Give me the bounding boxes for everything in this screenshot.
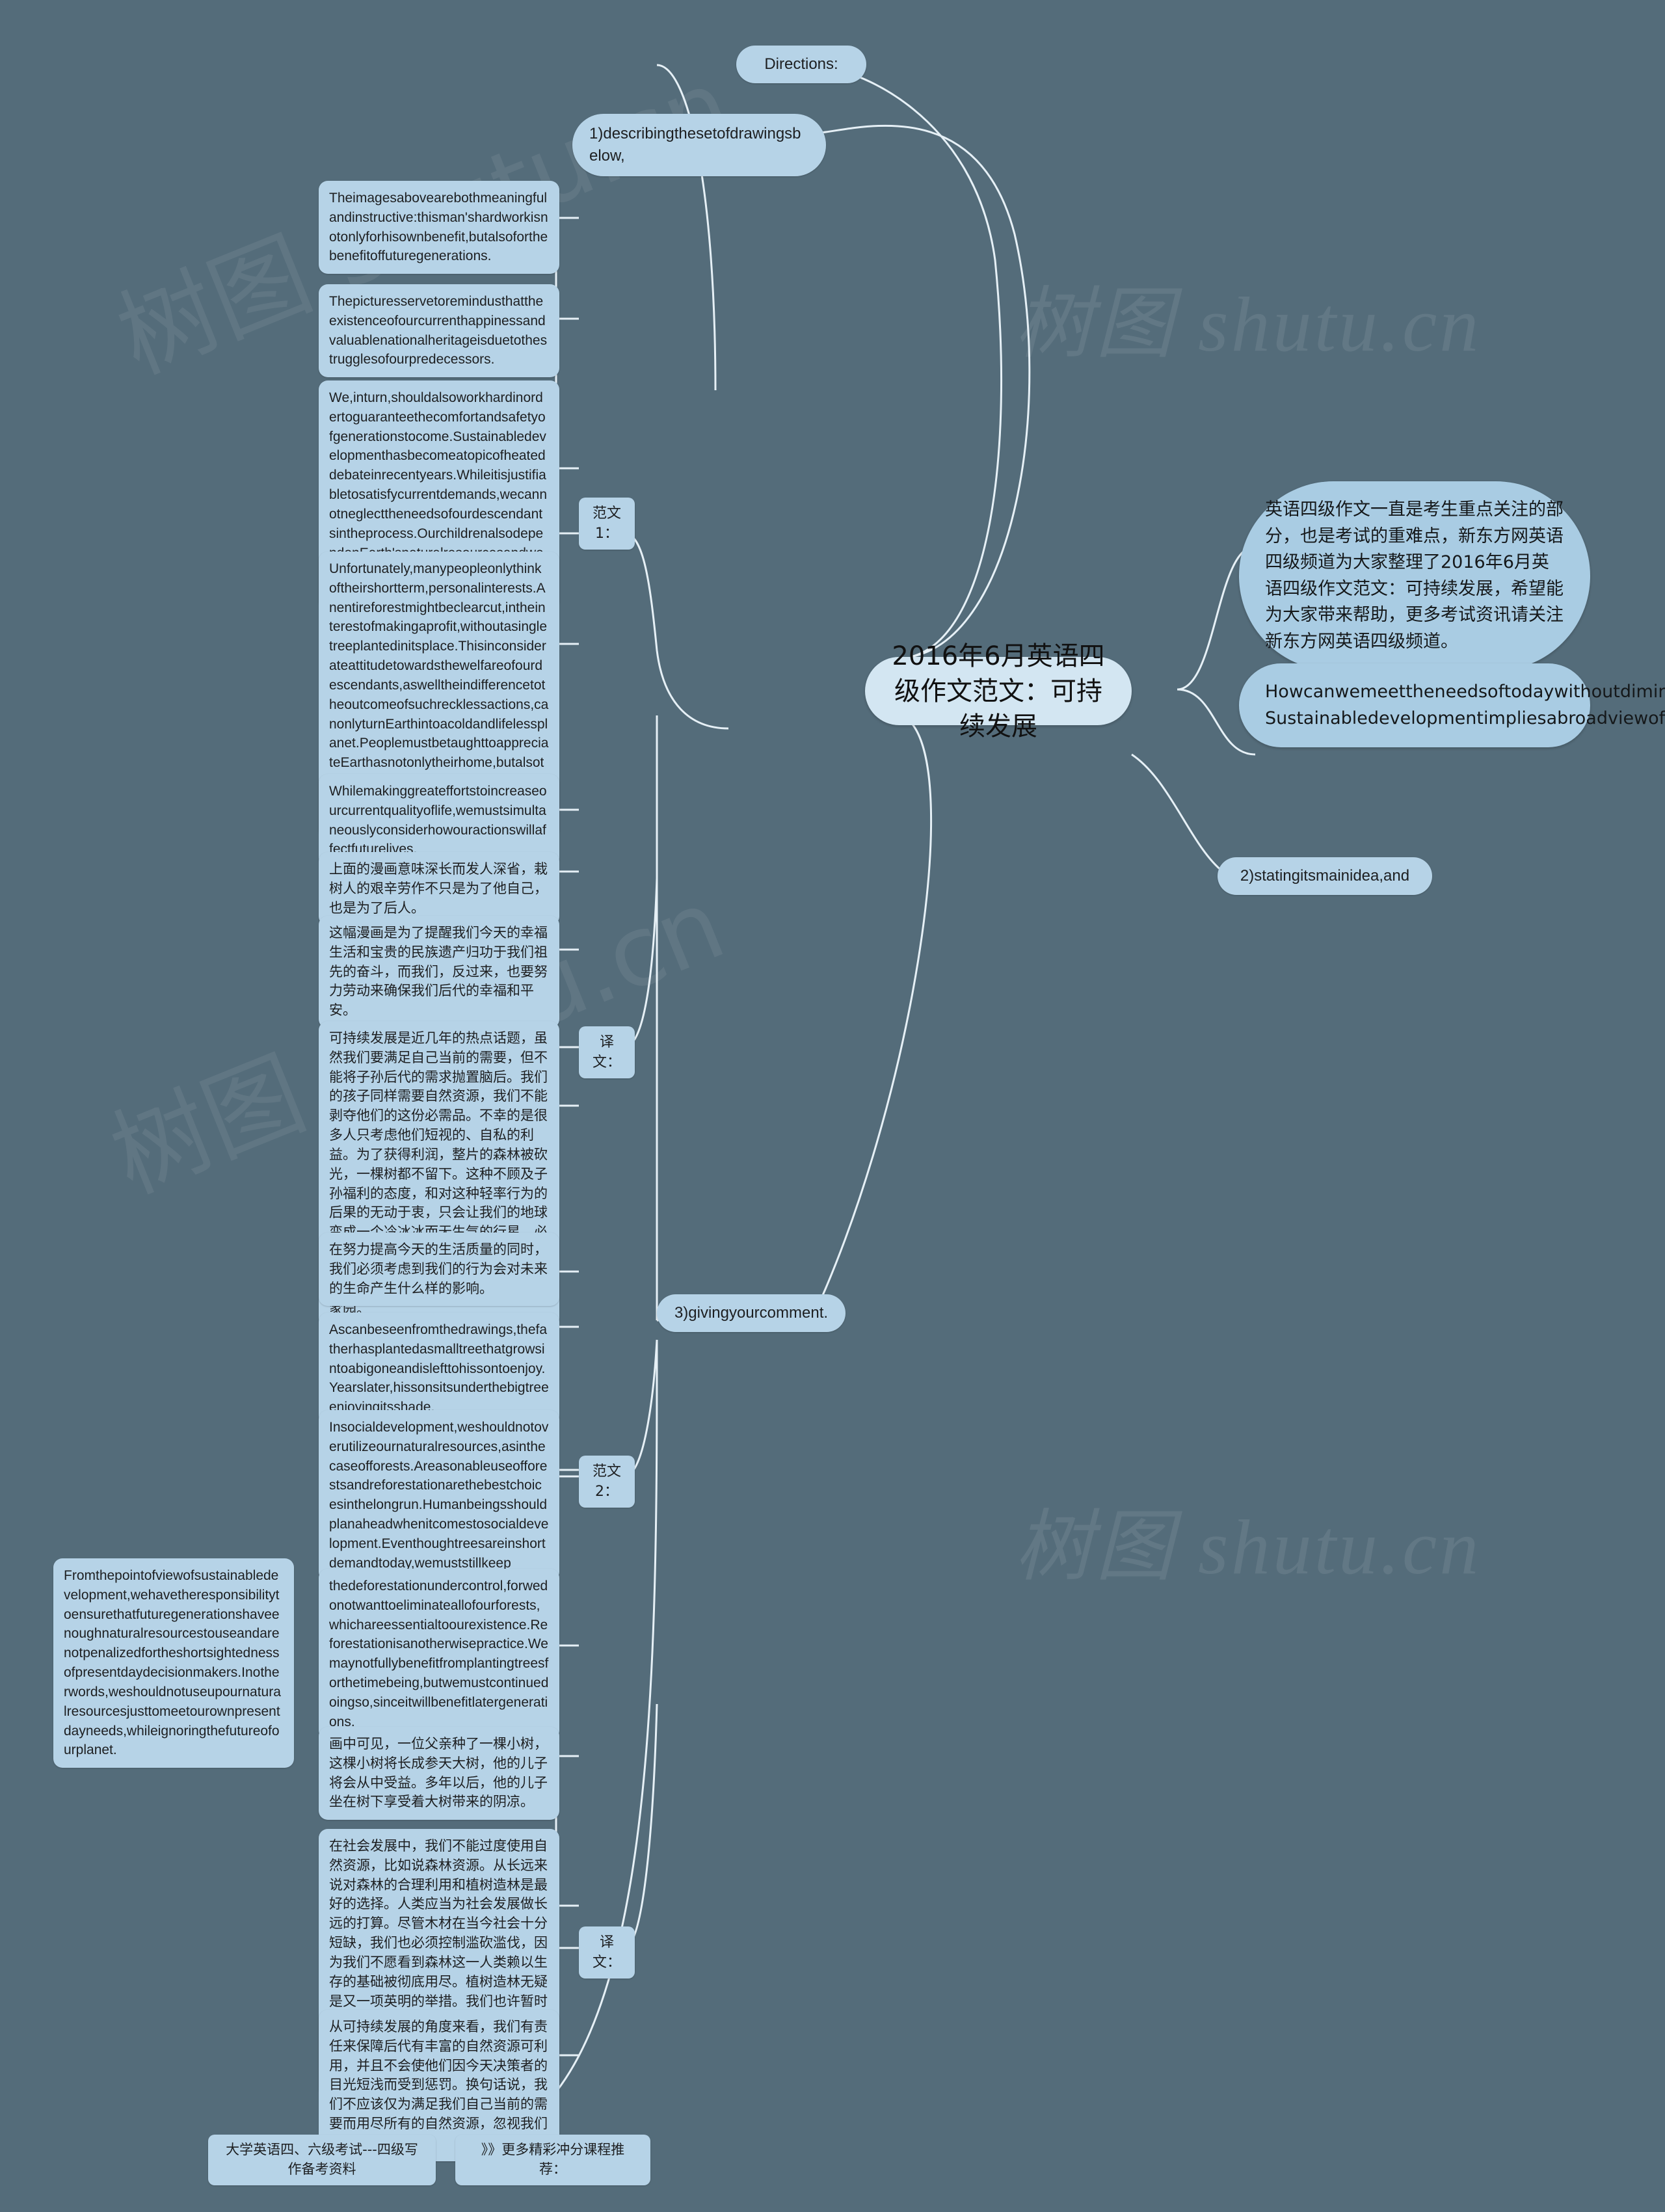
node-essay1-paragraph-1[interactable]: Theimagesabovearebothmeaningfulandinstru… bbox=[319, 181, 559, 274]
node-translation1-paragraph-2[interactable]: 这幅漫画是为了提醒我们今天的幸福生活和宝贵的民族遗产归功于我们祖先的奋斗，而我们… bbox=[319, 916, 559, 1029]
node-directions-label[interactable]: Directions: bbox=[736, 46, 866, 84]
node-footer-resource[interactable]: 大学英语四、六级考试---四级写作备考资料 bbox=[208, 2135, 436, 2185]
section-label-fanwen-2[interactable]: 范文2： bbox=[579, 1456, 635, 1508]
section-label-yiwen-2[interactable]: 译文： bbox=[579, 1926, 635, 1979]
mindmap-canvas: 树图 shutu.cn 树图 shutu.cn 树图 shutu.cn 树图 s… bbox=[0, 0, 1665, 2212]
node-translation1-paragraph-1[interactable]: 上面的漫画意味深长而发人深省，栽树人的艰辛劳作不只是为了他自己，也是为了后人。 bbox=[319, 852, 559, 926]
node-essay2-paragraph-4[interactable]: Fromthepointofviewofsustainabledevelopme… bbox=[53, 1558, 294, 1768]
node-intro-description[interactable]: 英语四级作文一直是考生重点关注的部分，也是考试的重难点，新东方网英语四级频道为大… bbox=[1239, 481, 1590, 671]
node-translation2-paragraph-1[interactable]: 画中可见，一位父亲种了一棵小树，这棵小树将长成参天大树，他的儿子将会从中受益。多… bbox=[319, 1727, 559, 1820]
watermark: 树图 shutu.cn bbox=[1015, 1504, 1482, 1590]
node-direction-item-1[interactable]: 1)describingthesetofdrawingsbelow, bbox=[572, 114, 826, 177]
section-label-yiwen-1[interactable]: 译文： bbox=[579, 1026, 635, 1079]
node-direction-item-2[interactable]: 2)statingitsmainidea,and bbox=[1218, 857, 1432, 896]
connector-lines bbox=[319, 64, 1256, 2148]
node-essay1-paragraph-2[interactable]: Thepicturesservetoremindusthattheexisten… bbox=[319, 284, 559, 378]
node-essay2-paragraph-2[interactable]: Insocialdevelopment,weshouldnotoverutili… bbox=[319, 1410, 559, 1581]
root-node[interactable]: 2016年6月英语四级作文范文：可持续发展 bbox=[865, 641, 1132, 741]
section-label-fanwen-1[interactable]: 范文1： bbox=[579, 498, 635, 550]
node-translation1-paragraph-4[interactable]: 在努力提高今天的生活质量的同时，我们必须考虑到我们的行为会对未来的生命产生什么样… bbox=[319, 1233, 559, 1307]
node-direction-item-3[interactable]: 3)givingyourcomment. bbox=[657, 1294, 846, 1333]
node-essay2-paragraph-3[interactable]: thedeforestationundercontrol,forwedonotw… bbox=[319, 1569, 559, 1740]
node-footer-course[interactable]: 》》更多精彩冲分课程推荐： bbox=[455, 2135, 650, 2185]
node-essay-prompt[interactable]: Howcanwemeettheneedsoftodaywithoutdimini… bbox=[1239, 663, 1665, 747]
node-essay2-paragraph-1[interactable]: Ascanbeseenfromthedrawings,thefatherhasp… bbox=[319, 1313, 559, 1426]
watermark: 树图 shutu.cn bbox=[1015, 281, 1482, 367]
